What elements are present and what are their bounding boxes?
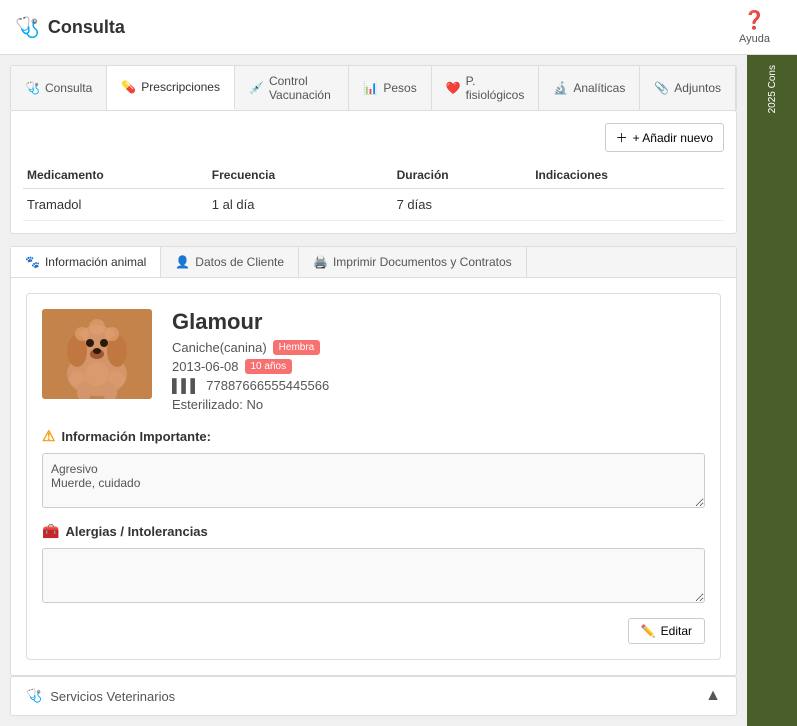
add-prescription-button[interactable]: ＋ + Añadir nuevo: [605, 123, 724, 152]
add-button-label: + Añadir nuevo: [633, 131, 713, 145]
tab-adjuntos[interactable]: 📎 Adjuntos: [640, 66, 736, 110]
tab-fisiologicos-label: P. fisiológicos: [466, 74, 525, 102]
edit-button-label: Editar: [661, 624, 692, 638]
prescriptions-card: ＋ + Añadir nuevo Medicamento Frecuencia …: [10, 110, 737, 234]
barcode-icon: ▌▌▌: [172, 378, 200, 393]
tab-prescripciones-label: Prescripciones: [141, 80, 220, 94]
animal-info-section: 🐾 Información animal 👤 Datos de Cliente …: [10, 246, 737, 676]
stethoscope-icon: 🩺: [25, 81, 40, 95]
animal-inner: Glamour Caniche(canina) Hembra 2013-06-0…: [26, 293, 721, 660]
app-title: Consulta: [48, 17, 125, 38]
stethoscope-icon: 🩺: [15, 15, 40, 40]
table-row: Tramadol 1 al día 7 días: [23, 189, 724, 221]
cell-frecuencia: 1 al día: [212, 197, 397, 212]
right-panel-text: 2025 Cons: [767, 60, 778, 118]
animal-card: Glamour Caniche(canina) Hembra 2013-06-0…: [10, 277, 737, 676]
edit-icon: ✏️: [641, 624, 656, 638]
important-label: Información Importante:: [61, 429, 211, 444]
animal-name: Glamour: [172, 309, 705, 335]
allergies-icon: 🧰: [42, 523, 59, 540]
prescriptions-toolbar: ＋ + Añadir nuevo: [23, 123, 724, 152]
animal-breed-row: Caniche(canina) Hembra: [172, 340, 705, 355]
services-icon: 🩺: [26, 688, 42, 704]
main-content: 🩺 Consulta 💊 Prescripciones 💉 Control Va…: [0, 55, 747, 726]
main-tab-bar: 🩺 Consulta 💊 Prescripciones 💉 Control Va…: [10, 65, 737, 110]
animal-microchip-text: 77887666555445566: [206, 378, 329, 393]
services-bar[interactable]: 🩺 Servicios Veterinarios ▲: [10, 676, 737, 716]
prescriptions-table-header: Medicamento Frecuencia Duración Indicaci…: [23, 162, 724, 189]
allergies-label: Alergias / Intolerancias: [65, 524, 207, 539]
tab-info-animal[interactable]: 🐾 Información animal: [11, 247, 161, 277]
sterilized-value: No: [246, 397, 263, 412]
help-section: ❓ Ayuda: [727, 5, 782, 50]
tab-fisiologicos[interactable]: ❤️ P. fisiológicos: [432, 66, 540, 110]
pill-icon: 💊: [121, 80, 136, 94]
person-icon: 👤: [175, 255, 190, 269]
allergies-header: 🧰 Alergias / Intolerancias: [42, 523, 705, 540]
tab-prescripciones[interactable]: 💊 Prescripciones: [107, 66, 235, 110]
services-left: 🩺 Servicios Veterinarios: [26, 688, 175, 704]
app-title-group: 🩺 Consulta: [15, 15, 125, 40]
allergies-textarea[interactable]: [42, 548, 705, 603]
gender-badge: Hembra: [273, 340, 321, 355]
animal-breed-text: Caniche(canina): [172, 340, 267, 355]
animal-dob-text: 2013-06-08: [172, 359, 239, 374]
tab-consulta[interactable]: 🩺 Consulta: [11, 66, 107, 110]
tab-datos-cliente[interactable]: 👤 Datos de Cliente: [161, 247, 299, 277]
tab-analiticas[interactable]: 🔬 Analíticas: [539, 66, 640, 110]
tab-pesos-label: Pesos: [383, 81, 416, 95]
print-icon: 🖨️: [313, 255, 328, 269]
tab-adjuntos-label: Adjuntos: [674, 81, 721, 95]
help-button[interactable]: ❓ Ayuda: [727, 5, 782, 50]
animal-header: Glamour Caniche(canina) Hembra 2013-06-0…: [42, 309, 705, 412]
sterilized-label: Esterilizado:: [172, 397, 243, 412]
col-medicamento: Medicamento: [27, 168, 212, 182]
tab-imprimir[interactable]: 🖨️ Imprimir Documentos y Contratos: [299, 247, 527, 277]
paperclip-icon: 📎: [654, 81, 669, 95]
cell-medicamento: Tramadol: [27, 197, 212, 212]
tab-vacunacion[interactable]: 💉 Control Vacunación: [235, 66, 349, 110]
chevron-up-icon: ▲: [705, 687, 721, 705]
warning-icon: ⚠: [42, 427, 55, 445]
services-label: Servicios Veterinarios: [50, 689, 175, 704]
col-frecuencia: Frecuencia: [212, 168, 397, 182]
main-layout: 🩺 Consulta 💊 Prescripciones 💉 Control Va…: [0, 55, 797, 726]
poodle-image: [42, 309, 152, 399]
tab-analiticas-label: Analíticas: [573, 81, 625, 95]
important-info-header: ⚠ Información Importante:: [42, 427, 705, 445]
tab-vacunacion-label: Control Vacunación: [269, 74, 334, 102]
cell-indicaciones: [535, 197, 720, 212]
tab-pesos[interactable]: 📊 Pesos: [349, 66, 431, 110]
animal-photo: [42, 309, 152, 399]
info-tab-bar: 🐾 Información animal 👤 Datos de Cliente …: [10, 246, 737, 277]
right-panel: 2025 Cons: [747, 55, 797, 726]
tab-imprimir-label: Imprimir Documentos y Contratos: [333, 255, 512, 269]
edit-section: ✏️ Editar: [42, 618, 705, 644]
animal-microchip-row: ▌▌▌ 77887666555445566: [172, 378, 705, 393]
chart-icon: 📊: [363, 81, 378, 95]
heartbeat-icon: ❤️: [446, 81, 461, 95]
animal-details: Glamour Caniche(canina) Hembra 2013-06-0…: [172, 309, 705, 412]
animal-dob-row: 2013-06-08 10 años: [172, 359, 705, 374]
flask-icon: 🔬: [553, 81, 568, 95]
help-icon: ❓: [743, 10, 765, 31]
col-duracion: Duración: [397, 168, 536, 182]
important-info-textarea[interactable]: Agresivo Muerde, cuidado: [42, 453, 705, 508]
prescriptions-section: 🩺 Consulta 💊 Prescripciones 💉 Control Va…: [10, 65, 737, 234]
syringe-icon: 💉: [249, 81, 264, 95]
edit-button[interactable]: ✏️ Editar: [628, 618, 705, 644]
paw-icon: 🐾: [25, 255, 40, 269]
animal-sterilized-row: Esterilizado: No: [172, 397, 705, 412]
tab-datos-cliente-label: Datos de Cliente: [195, 255, 284, 269]
app-header: 🩺 Consulta ❓ Ayuda: [0, 0, 797, 55]
tab-info-animal-label: Información animal: [45, 255, 146, 269]
tab-consulta-label: Consulta: [45, 81, 92, 95]
age-badge: 10 años: [245, 359, 293, 374]
plus-icon: ＋: [616, 129, 628, 146]
cell-duracion: 7 días: [397, 197, 536, 212]
col-indicaciones: Indicaciones: [535, 168, 720, 182]
help-label: Ayuda: [739, 33, 770, 45]
